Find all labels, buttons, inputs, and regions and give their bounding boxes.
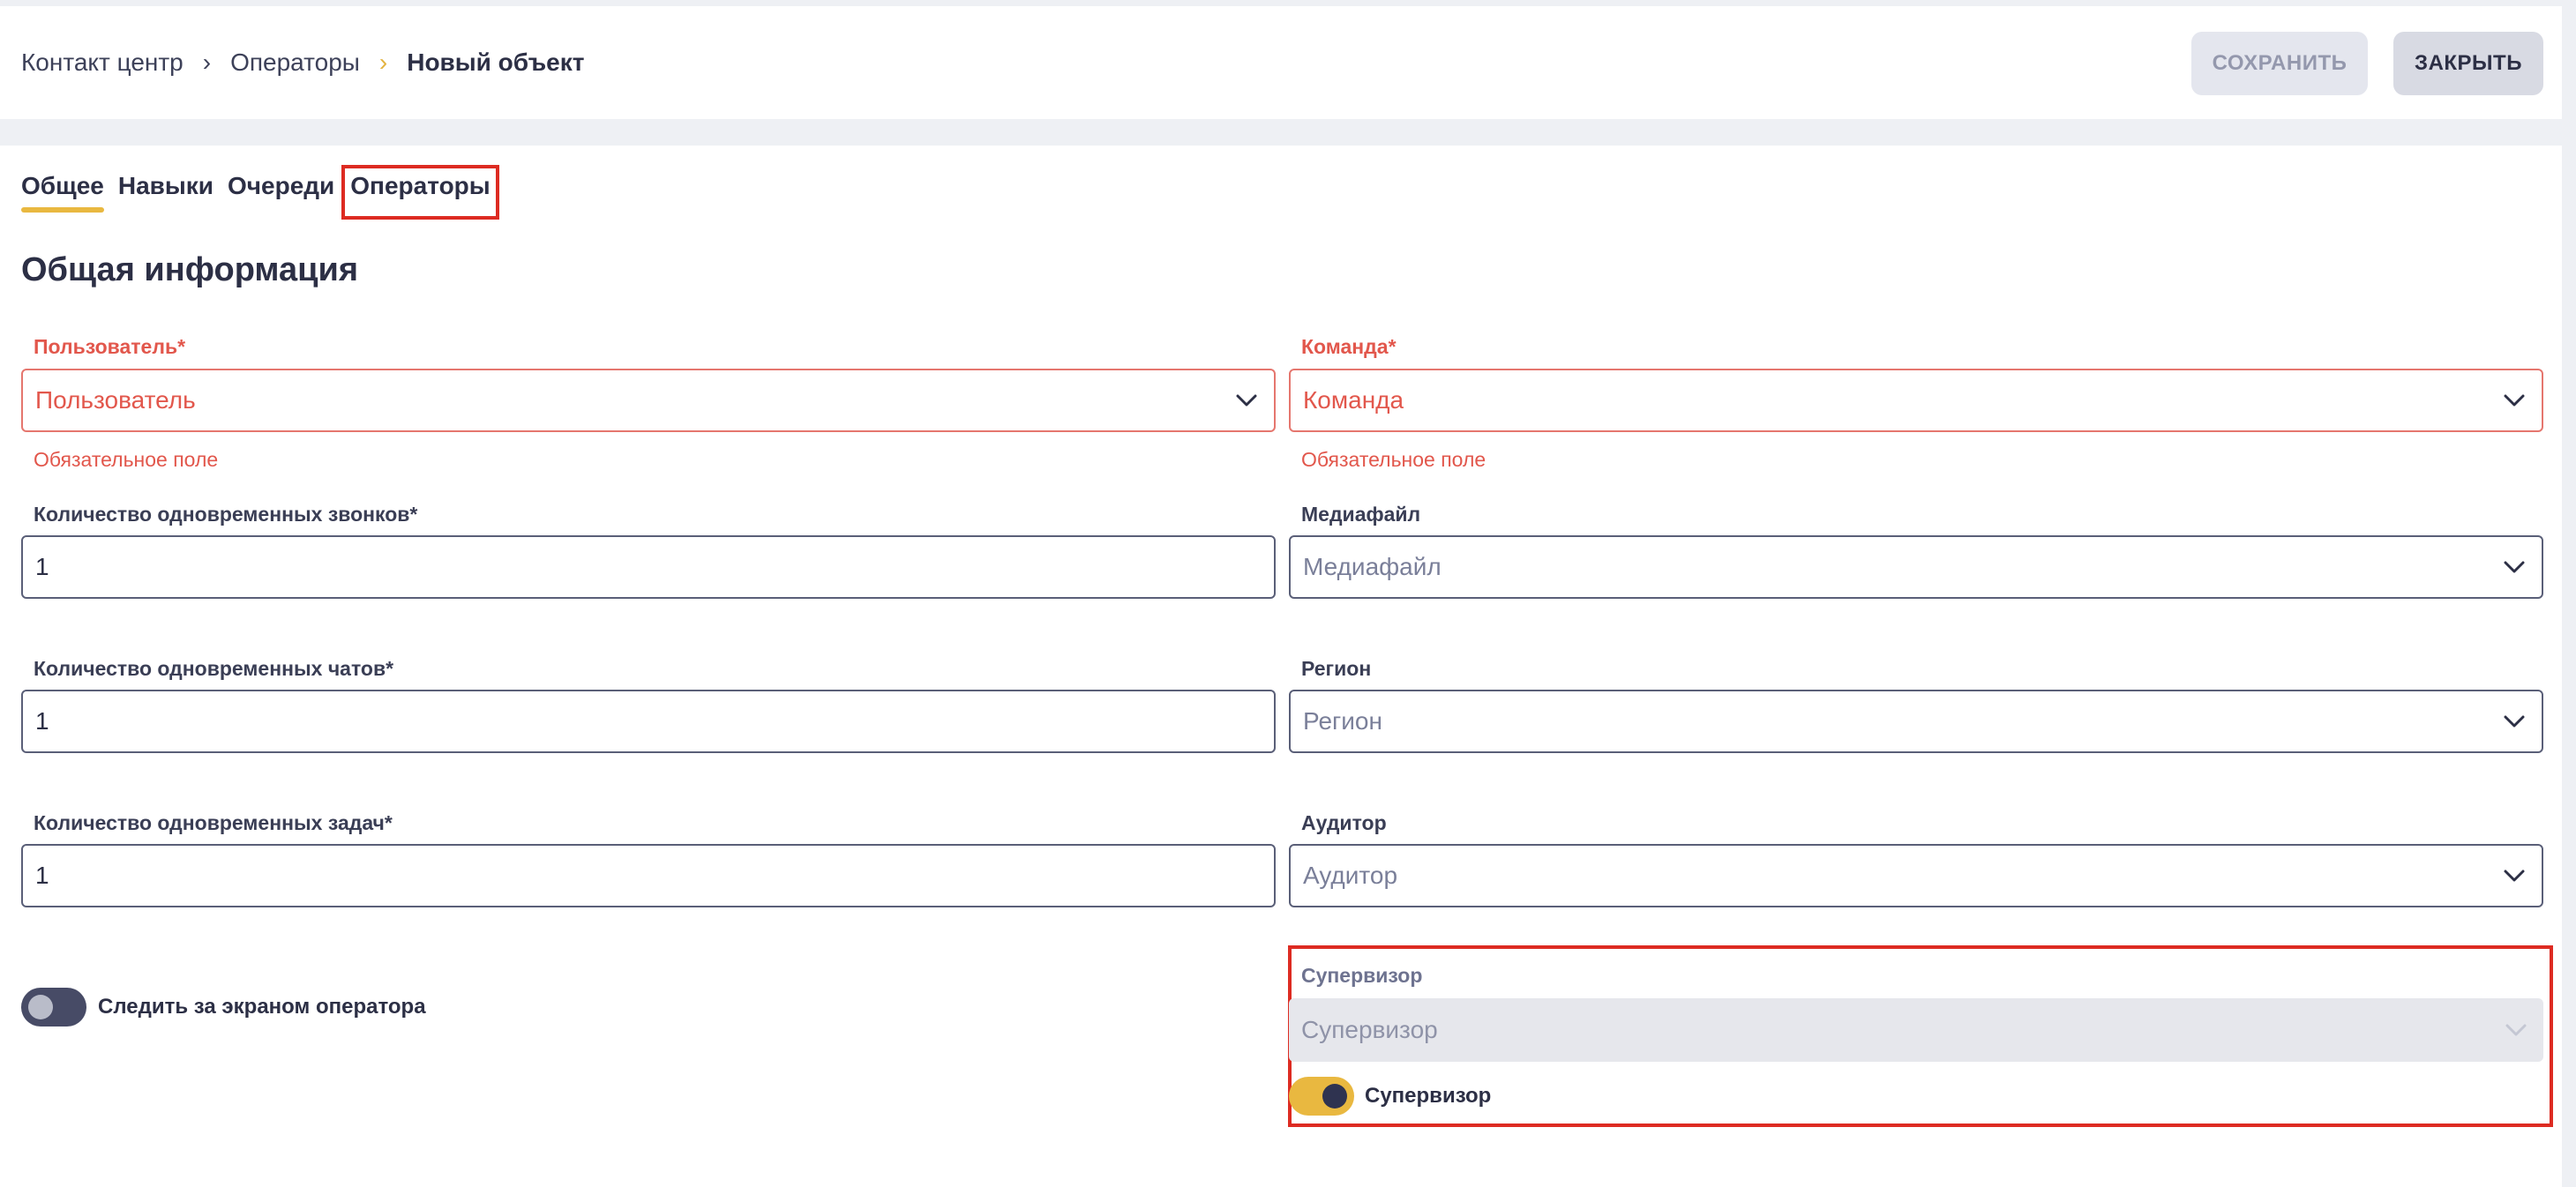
breadcrumb-separator-icon: › (378, 49, 388, 76)
supervisor-select: Супервизор (1289, 998, 2543, 1062)
supervisor-toggle[interactable] (1289, 1077, 1354, 1116)
watch-screen-toggle[interactable] (21, 988, 86, 1026)
tab-general[interactable]: Общее (21, 172, 104, 213)
tasks-input[interactable]: 1 (21, 844, 1276, 907)
tab-queues[interactable]: Очереди (228, 172, 334, 213)
team-select-placeholder: Команда (1303, 386, 1404, 414)
breadcrumb-separator-icon: › (202, 49, 212, 76)
breadcrumb-contact-center[interactable]: Контакт центр (21, 49, 183, 77)
user-select-placeholder: Пользователь (35, 386, 196, 414)
chats-input[interactable]: 1 (21, 690, 1276, 753)
chevron-down-icon (2501, 1015, 2531, 1045)
supervisor-toggle-label: Супервизор (1365, 1084, 1492, 1108)
chevron-down-icon (2499, 861, 2529, 891)
chevron-down-icon (2499, 706, 2529, 736)
calls-label: Количество одновременных звонков* (34, 503, 418, 526)
region-select[interactable]: Регион (1289, 690, 2543, 753)
auditor-select-placeholder: Аудитор (1303, 862, 1398, 889)
tab-skills[interactable]: Навыки (118, 172, 213, 213)
media-label: Медиафайл (1301, 503, 1421, 526)
chevron-down-icon (1232, 385, 1262, 415)
toggle-knob (28, 995, 53, 1019)
section-title: Общая информация (21, 251, 359, 288)
close-button[interactable]: ЗАКРЫТЬ (2393, 32, 2543, 95)
tab-bar: Общее Навыки Очереди Операторы (21, 165, 499, 220)
team-label: Команда* (1301, 335, 1397, 358)
user-select[interactable]: Пользователь (21, 369, 1276, 432)
chats-input-value: 1 (35, 707, 49, 735)
chats-label: Количество одновременных чатов* (34, 657, 394, 680)
region-select-placeholder: Регион (1303, 707, 1382, 735)
breadcrumb-operators[interactable]: Операторы (230, 49, 360, 77)
chevron-down-icon (2499, 552, 2529, 582)
tasks-input-value: 1 (35, 862, 49, 889)
toggle-knob (1322, 1084, 1347, 1109)
breadcrumb-current: Новый объект (407, 49, 585, 76)
save-button[interactable]: СОХРАНИТЬ (2191, 32, 2368, 95)
tasks-label: Количество одновременных задач* (34, 811, 393, 834)
calls-input-value: 1 (35, 553, 49, 580)
breadcrumb: Контакт центр › Операторы › Новый объект (21, 6, 584, 119)
team-error-hint: Обязательное поле (1301, 448, 1486, 471)
auditor-label: Аудитор (1301, 811, 1387, 834)
user-error-hint: Обязательное поле (34, 448, 219, 471)
media-select[interactable]: Медиафайл (1289, 535, 2543, 599)
top-bar: Контакт центр › Операторы › Новый объект… (0, 6, 2562, 119)
watch-screen-label: Следить за экраном оператора (98, 995, 426, 1019)
auditor-select[interactable]: Аудитор (1289, 844, 2543, 907)
user-label: Пользователь* (34, 335, 186, 358)
team-select[interactable]: Команда (1289, 369, 2543, 432)
supervisor-select-placeholder: Супервизор (1301, 1016, 1438, 1043)
media-select-placeholder: Медиафайл (1303, 553, 1442, 580)
tab-operators[interactable]: Операторы (341, 165, 499, 220)
chevron-down-icon (2499, 385, 2529, 415)
supervisor-label: Супервизор (1301, 964, 1423, 987)
region-label: Регион (1301, 657, 1372, 680)
calls-input[interactable]: 1 (21, 535, 1276, 599)
